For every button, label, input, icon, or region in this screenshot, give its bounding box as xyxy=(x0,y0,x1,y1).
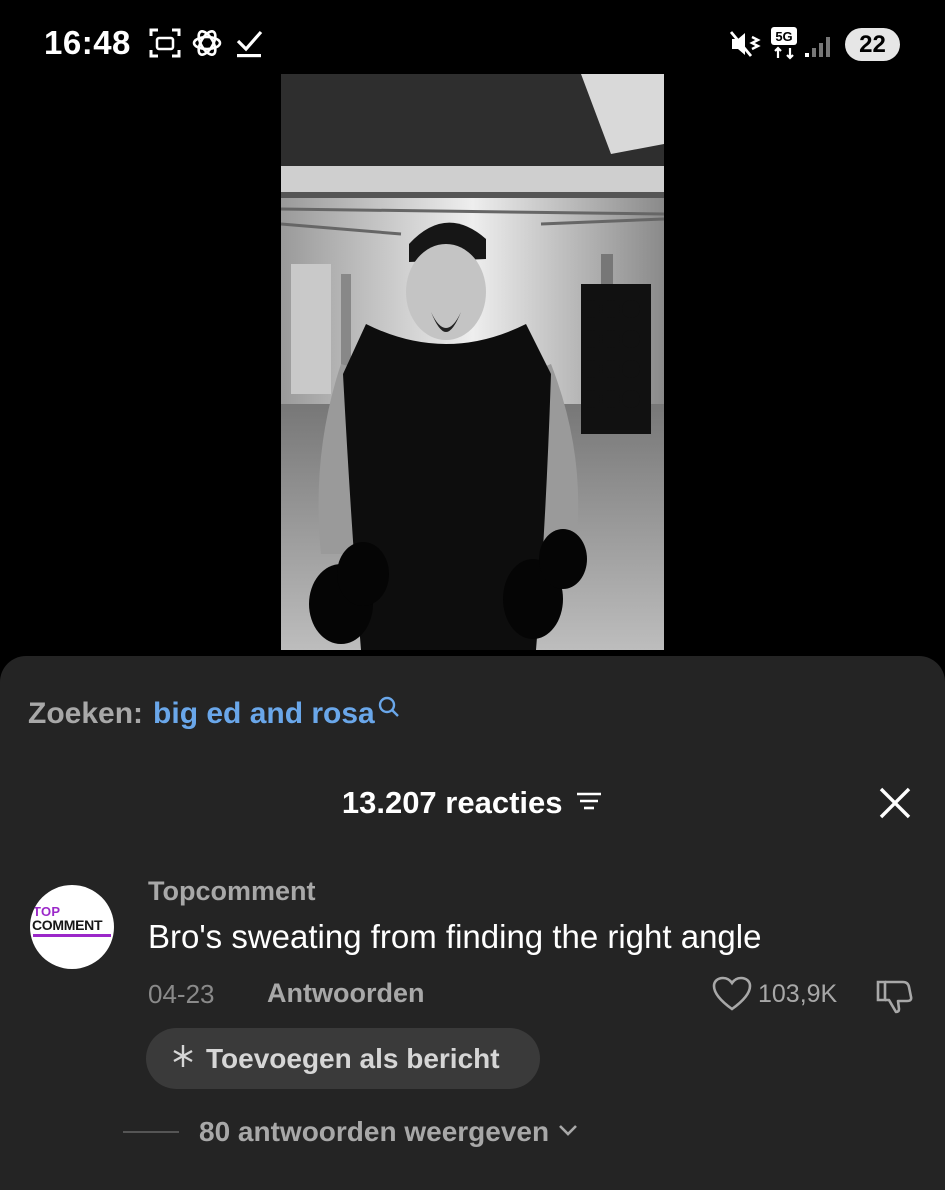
battery-indicator: 22 xyxy=(845,28,900,61)
sort-filter-icon[interactable] xyxy=(575,785,603,821)
search-icon xyxy=(377,693,401,727)
video-player[interactable] xyxy=(281,74,664,650)
add-as-message-label: Toevoegen als bericht xyxy=(206,1042,500,1074)
download-done-icon xyxy=(234,26,264,65)
heart-icon xyxy=(712,976,752,1011)
avatar[interactable]: TOP COMMENT xyxy=(30,885,114,969)
chevron-down-icon xyxy=(557,1122,579,1143)
network-5g-icon: 5G xyxy=(770,26,800,65)
screenshot-icon xyxy=(148,26,182,65)
close-button[interactable] xyxy=(876,784,914,822)
video-frame-image xyxy=(281,74,664,650)
avatar-logo-underline xyxy=(33,934,111,937)
avatar-logo-bottom: COMMENT xyxy=(32,917,103,933)
thumbs-down-icon xyxy=(876,980,913,1014)
sparkle-icon xyxy=(170,1043,196,1074)
search-suggestion[interactable]: Zoeken: big ed and rosa xyxy=(28,696,401,731)
signal-icon xyxy=(804,34,834,63)
openai-icon xyxy=(190,26,224,65)
search-term-link[interactable]: big ed and rosa xyxy=(153,697,375,731)
status-bar: 16:48 5G 22 xyxy=(0,0,945,74)
close-icon xyxy=(879,787,911,819)
status-time: 16:48 xyxy=(44,24,131,61)
comment-date: 04-23 xyxy=(148,979,215,1009)
svg-text:5G: 5G xyxy=(775,29,792,44)
comment-text: Bro's sweating from finding the right an… xyxy=(148,918,762,955)
search-prefix: Zoeken: xyxy=(28,697,144,730)
comments-count: 13.207 reacties xyxy=(341,785,563,820)
dislike-button[interactable] xyxy=(875,978,913,1019)
reply-button[interactable]: Antwoorden xyxy=(267,978,424,1009)
add-as-message-button[interactable]: Toevoegen als bericht xyxy=(146,1028,540,1089)
like-count: 103,9K xyxy=(758,979,838,1008)
comments-sheet: Zoeken: big ed and rosa 13.207 reacties … xyxy=(0,656,945,1190)
like-button[interactable]: 103,9K xyxy=(712,976,837,1012)
replies-divider xyxy=(123,1131,179,1133)
mute-vibrate-icon xyxy=(728,28,762,65)
view-replies-label: 80 antwoorden weergeven xyxy=(199,1116,550,1147)
comment-username[interactable]: Topcomment xyxy=(148,876,316,907)
comments-header[interactable]: 13.207 reacties xyxy=(0,785,945,821)
view-replies-button[interactable]: 80 antwoorden weergeven xyxy=(123,1116,579,1148)
